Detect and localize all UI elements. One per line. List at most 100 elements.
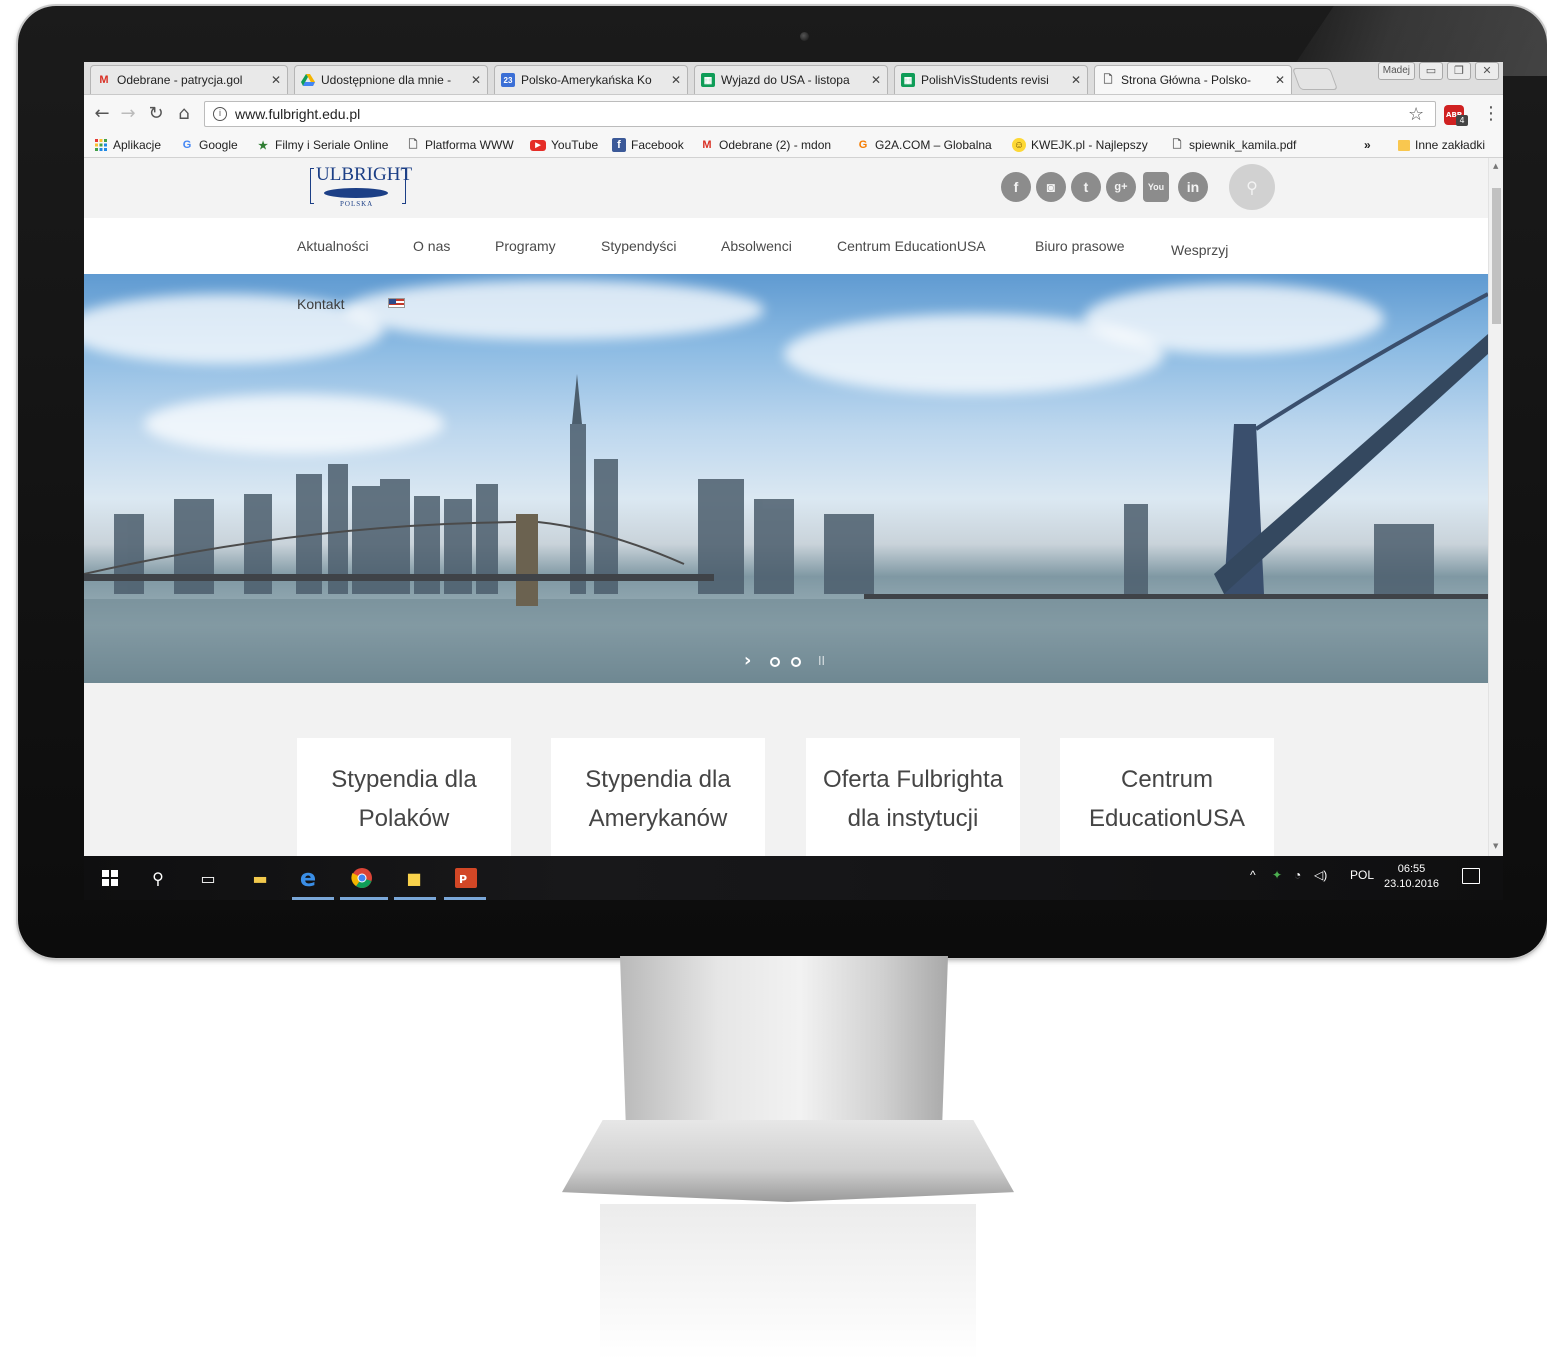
nav-item-programy[interactable]: Programy xyxy=(495,238,556,254)
active-app-indicator xyxy=(340,897,388,900)
bookmark-item[interactable]: ★ Filmy i Seriale Online xyxy=(256,138,388,152)
close-window-icon[interactable]: ✕ xyxy=(1475,62,1499,80)
twitter-icon[interactable]: t xyxy=(1071,172,1101,202)
maximize-icon[interactable]: ❐ xyxy=(1447,62,1471,80)
action-center-icon[interactable] xyxy=(1462,868,1480,884)
address-bar[interactable]: i www.fulbright.edu.pl xyxy=(204,101,1436,127)
bookmarks-bar: Aplikacje G Google ★ Filmy i Seriale Onl… xyxy=(84,134,1503,158)
nav-item-aktualnosci[interactable]: Aktualności xyxy=(297,238,369,254)
minimize-icon[interactable]: ▭ xyxy=(1419,62,1443,80)
us-flag-icon[interactable] xyxy=(388,298,405,308)
bookmark-item[interactable]: f Facebook xyxy=(612,138,684,152)
card-oferta-instytucji[interactable]: Oferta Fulbrighta dla instytucji xyxy=(806,738,1020,856)
back-arrow-icon[interactable]: ← xyxy=(92,104,112,124)
scroll-down-arrow-icon[interactable]: ▼ xyxy=(1493,842,1498,850)
browser-tab[interactable]: Udostępnione dla mnie - ✕ xyxy=(294,65,488,94)
slider-pause-icon[interactable]: II xyxy=(818,654,825,668)
home-icon[interactable]: ⌂ xyxy=(174,104,194,124)
tab-close-icon[interactable]: ✕ xyxy=(871,73,881,87)
page-icon: 🗋 xyxy=(1172,138,1182,151)
program-cards: Stypendia dla Polaków Stypendia dla Amer… xyxy=(84,683,1488,856)
nav-item-biuro-prasowe[interactable]: Biuro prasowe xyxy=(1035,238,1125,254)
info-icon[interactable]: i xyxy=(213,107,227,121)
scroll-up-arrow-icon[interactable]: ▲ xyxy=(1493,162,1498,170)
fulbright-logo[interactable]: ULBRIGHT POLSKA xyxy=(308,164,412,210)
dropbox-icon[interactable]: ✦ xyxy=(1272,868,1282,882)
search-icon[interactable]: ⚲ xyxy=(1229,164,1275,210)
wifi-icon[interactable]: ◔ xyxy=(1294,868,1301,882)
browser-tab-active[interactable]: 🗋 Strona Główna - Polsko- ✕ xyxy=(1094,65,1292,94)
hero-slider[interactable]: Kontakt › II xyxy=(84,274,1488,683)
bookmark-item[interactable]: 🗋 spiewnik_kamila.pdf xyxy=(1170,138,1297,152)
edge-browser-icon[interactable]: e xyxy=(296,864,320,892)
other-bookmarks-folder[interactable]: Inne zakładki xyxy=(1398,138,1485,152)
sticky-notes-icon[interactable]: ■ xyxy=(402,866,426,890)
tab-close-icon[interactable]: ✕ xyxy=(271,73,281,87)
google-drive-icon xyxy=(301,73,315,87)
monitor-stand-base xyxy=(562,1120,1014,1202)
bookmark-item[interactable]: G Google xyxy=(180,138,238,152)
kebab-menu-icon[interactable]: ⋮ xyxy=(1482,103,1500,124)
page-icon: 🗋 xyxy=(1103,73,1113,86)
sheets-icon: ▦ xyxy=(901,73,915,87)
folder-icon xyxy=(1398,139,1410,151)
sheets-icon: ▦ xyxy=(701,73,715,87)
tab-close-icon[interactable]: ✕ xyxy=(471,73,481,87)
bookmark-item[interactable]: 🗋 Platforma WWW xyxy=(406,138,514,152)
bookmark-item[interactable]: M Odebrane (2) - mdon xyxy=(700,138,831,152)
browser-tab[interactable]: ▦ Wyjazd do USA - listopa ✕ xyxy=(694,65,888,94)
svg-text:P: P xyxy=(459,873,467,886)
slider-dot[interactable] xyxy=(791,657,801,667)
youtube-icon[interactable]: You xyxy=(1143,172,1169,202)
forward-arrow-icon[interactable]: → xyxy=(118,104,138,124)
slider-dot[interactable] xyxy=(770,657,780,667)
browser-tab[interactable]: M Odebrane - patrycja.gol ✕ xyxy=(90,65,288,94)
nav-item-kontakt[interactable]: Kontakt xyxy=(297,296,344,312)
nav-item-wesprzyj[interactable]: Wesprzyj xyxy=(1171,242,1228,258)
bookmark-item[interactable]: ▶ YouTube xyxy=(530,138,598,152)
chrome-icon[interactable] xyxy=(350,866,374,890)
page-scrollbar[interactable]: ▲ ▼ xyxy=(1488,158,1503,856)
input-language[interactable]: POL xyxy=(1350,868,1374,882)
bookmark-star-icon[interactable]: ☆ xyxy=(1408,104,1424,125)
reload-icon[interactable]: ↻ xyxy=(146,104,166,124)
volume-icon[interactable]: ◁) xyxy=(1314,868,1327,882)
linkedin-icon[interactable]: in xyxy=(1178,172,1208,202)
system-clock[interactable]: 06:55 23.10.2016 xyxy=(1384,862,1439,892)
instagram-icon[interactable]: ◙ xyxy=(1036,172,1066,202)
task-view-icon[interactable]: ▭ xyxy=(196,866,220,890)
browser-tab[interactable]: ▦ PolishVisStudents revisi ✕ xyxy=(894,65,1088,94)
powerpoint-icon[interactable]: P xyxy=(454,866,478,890)
tray-overflow-chevron-icon[interactable]: ^ xyxy=(1250,868,1256,882)
tab-strip: M Odebrane - patrycja.gol ✕ Udostępnione… xyxy=(84,62,1503,94)
tab-close-icon[interactable]: ✕ xyxy=(1071,73,1081,87)
window-user-badge[interactable]: Madej xyxy=(1377,62,1415,80)
slider-next-arrow-icon[interactable]: › xyxy=(744,650,751,671)
windows-start-icon[interactable] xyxy=(98,866,122,890)
adblock-count-badge: 4 xyxy=(1456,115,1468,126)
card-stypendia-amerykanow[interactable]: Stypendia dla Amerykanów xyxy=(551,738,765,856)
browser-tab[interactable]: 23 Polsko-Amerykańska Ko ✕ xyxy=(494,65,688,94)
tab-close-icon[interactable]: ✕ xyxy=(671,73,681,87)
new-tab-button[interactable] xyxy=(1291,68,1339,90)
page-viewport: ULBRIGHT POLSKA f ◙ t g+ You in ⚲ Aktual… xyxy=(84,158,1488,856)
bookmark-item[interactable]: G G2A.COM – Globalna xyxy=(856,138,992,152)
scroll-thumb[interactable] xyxy=(1492,188,1501,324)
nav-item-o-nas[interactable]: O nas xyxy=(413,238,450,254)
file-explorer-icon[interactable]: ▬ xyxy=(248,866,272,890)
facebook-icon[interactable]: f xyxy=(1001,172,1031,202)
g2a-icon: G xyxy=(858,139,868,151)
bookmark-item[interactable]: Aplikacje xyxy=(94,138,161,152)
gmail-icon: M xyxy=(99,74,109,86)
google-plus-icon[interactable]: g+ xyxy=(1106,172,1136,202)
bookmarks-overflow-button[interactable]: » xyxy=(1364,138,1371,152)
bookmark-item[interactable]: ☺ KWEJK.pl - Najlepszy xyxy=(1012,138,1148,152)
search-icon[interactable]: ⚲ xyxy=(146,866,170,890)
tab-close-icon[interactable]: ✕ xyxy=(1275,73,1285,87)
nav-item-centrum-educationusa[interactable]: Centrum EducationUSA xyxy=(837,238,986,254)
nav-item-stypendysci[interactable]: Stypendyści xyxy=(601,238,676,254)
card-centrum-educationusa[interactable]: Centrum EducationUSA xyxy=(1060,738,1274,856)
nav-item-absolwenci[interactable]: Absolwenci xyxy=(721,238,792,254)
active-app-indicator xyxy=(394,897,436,900)
card-stypendia-polakow[interactable]: Stypendia dla Polaków xyxy=(297,738,511,856)
